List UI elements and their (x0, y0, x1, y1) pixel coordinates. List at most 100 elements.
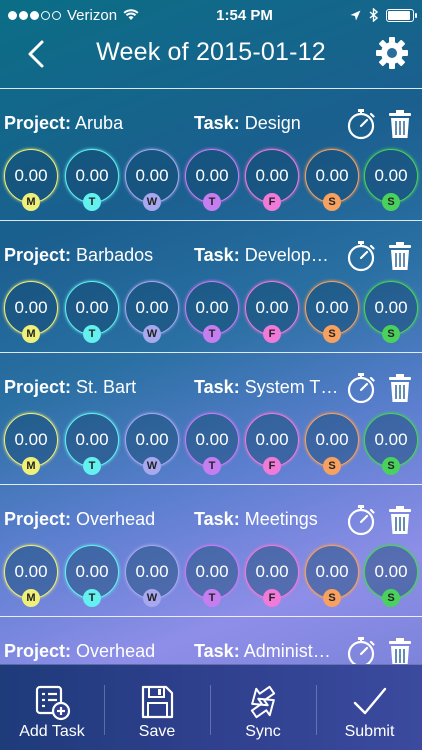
task-row-header: Project: Overhead Task: Administ… (0, 637, 422, 664)
day-hours-entry[interactable]: 0.00 F (245, 281, 299, 347)
project-field[interactable]: Project: Overhead (4, 641, 155, 662)
weekday-badge: M (22, 325, 40, 343)
signal-dots (8, 10, 61, 20)
project-name: Barbados (76, 245, 154, 265)
day-hours: 0.00 M 0.00 T 0.00 W 0.00 T 0.00 F 0.00 S 0.00 S (0, 149, 422, 215)
delete-button[interactable] (388, 241, 412, 271)
submit-label: Submit (344, 723, 395, 740)
project-field[interactable]: Project: Barbados (4, 245, 153, 266)
day-hours-entry[interactable]: 0.00 T (65, 413, 119, 479)
weekday-badge: M (22, 457, 40, 475)
carrier-name: Verizon (67, 6, 118, 24)
delete-button[interactable] (388, 373, 412, 403)
timer-button[interactable] (345, 371, 377, 405)
task-field[interactable]: Task: Meetings (194, 509, 340, 530)
day-hours-entry[interactable]: 0.00 S (364, 545, 418, 611)
task-list[interactable]: Project: Aruba Task: Design 0.00 M 0.00 T 0.00… (0, 88, 422, 664)
day-hours-entry[interactable]: 0.00 M (4, 281, 58, 347)
weekday-badge: W (143, 457, 161, 475)
weekday-badge: W (143, 325, 161, 343)
weekday-badge: S (382, 589, 400, 607)
project-field[interactable]: Project: Overhead (4, 509, 155, 530)
day-hours-entry[interactable]: 0.00 T (185, 149, 239, 215)
weekday-badge: T (203, 325, 221, 343)
timer-button[interactable] (345, 635, 377, 664)
delete-button[interactable] (388, 637, 412, 664)
nav-bar: Week of 2015-01-12 (0, 30, 422, 78)
day-hours-entry[interactable]: 0.00 M (4, 149, 58, 215)
task-field[interactable]: Task: Develop… (194, 245, 340, 266)
day-hours-entry[interactable]: 0.00 W (125, 149, 179, 215)
stopwatch-icon (347, 505, 375, 536)
add-task-button[interactable]: Add Task (0, 665, 104, 750)
project-caption: Project: (4, 641, 72, 661)
day-hours-entry[interactable]: 0.00 S (305, 281, 359, 347)
task-row-header: Project: Barbados Task: Develop… (0, 241, 422, 272)
settings-button[interactable] (374, 35, 410, 71)
task-name: Design (244, 113, 301, 133)
day-hours-entry[interactable]: 0.00 T (65, 545, 119, 611)
sync-button[interactable]: Sync (211, 665, 315, 750)
bottom-toolbar: Add Task Save Sync Submit (0, 664, 422, 750)
sync-arrows-icon (250, 685, 276, 719)
status-left: Verizon (8, 7, 139, 24)
stopwatch-icon (347, 109, 375, 140)
task-caption: Task: (194, 245, 240, 265)
day-hours-entry[interactable]: 0.00 W (125, 281, 179, 347)
task-field[interactable]: Task: Administ… (194, 641, 340, 662)
trash-icon (389, 506, 411, 534)
day-hours-entry[interactable]: 0.00 S (364, 281, 418, 347)
weekday-badge: S (382, 193, 400, 211)
timer-button[interactable] (345, 239, 377, 273)
project-field[interactable]: Project: Aruba (4, 113, 123, 134)
save-label: Save (138, 723, 176, 740)
day-hours-entry[interactable]: 0.00 F (245, 149, 299, 215)
task-name: Develop… (244, 245, 329, 265)
delete-button[interactable] (388, 505, 412, 535)
day-hours-entry[interactable]: 0.00 F (245, 545, 299, 611)
save-button[interactable]: Save (105, 665, 209, 750)
wifi-icon (123, 9, 139, 20)
stopwatch-icon (347, 241, 375, 272)
timer-button[interactable] (345, 503, 377, 537)
day-hours-entry[interactable]: 0.00 S (305, 545, 359, 611)
weekday-badge: T (203, 589, 221, 607)
task-row: Project: Overhead Task: Administ… (0, 616, 422, 664)
weekday-badge: T (203, 457, 221, 475)
day-hours-entry[interactable]: 0.00 S (305, 149, 359, 215)
day-hours-entry[interactable]: 0.00 T (65, 149, 119, 215)
day-hours-entry[interactable]: 0.00 T (185, 281, 239, 347)
day-hours-entry[interactable]: 0.00 W (125, 545, 179, 611)
task-row: Project: Aruba Task: Design 0.00 M 0.00 T 0.00… (0, 88, 422, 218)
day-hours-entry[interactable]: 0.00 T (65, 281, 119, 347)
submit-button[interactable]: Submit (317, 665, 422, 750)
weekday-badge: W (143, 589, 161, 607)
task-name: Administ… (243, 641, 331, 661)
location-arrow-icon (350, 10, 361, 20)
day-hours-entry[interactable]: 0.00 S (364, 413, 418, 479)
task-row-header: Project: Aruba Task: Design (0, 109, 422, 140)
signal-dot (52, 10, 61, 20)
status-bar: Verizon 1:54 PM (0, 0, 422, 30)
add-task-label: Add Task (19, 723, 85, 740)
status-right (350, 8, 417, 22)
delete-button[interactable] (388, 109, 412, 139)
task-row: Project: Overhead Task: Meetings 0.00 M 0.00… (0, 484, 422, 614)
day-hours-entry[interactable]: 0.00 T (185, 413, 239, 479)
day-hours-entry[interactable]: 0.00 M (4, 413, 58, 479)
day-hours-entry[interactable]: 0.00 M (4, 545, 58, 611)
day-hours-entry[interactable]: 0.00 S (364, 149, 418, 215)
task-field[interactable]: Task: System T… (194, 377, 340, 398)
project-name: Aruba (75, 113, 124, 133)
day-hours-entry[interactable]: 0.00 T (185, 545, 239, 611)
project-field[interactable]: Project: St. Bart (4, 377, 136, 398)
day-hours-entry[interactable]: 0.00 W (125, 413, 179, 479)
day-hours-entry[interactable]: 0.00 F (245, 413, 299, 479)
weekday-badge: S (323, 457, 341, 475)
day-hours-entry[interactable]: 0.00 S (305, 413, 359, 479)
day-hours: 0.00 M 0.00 T 0.00 W 0.00 T 0.00 F 0.00 S 0.00 S (0, 413, 422, 479)
timer-button[interactable] (345, 107, 377, 141)
task-field[interactable]: Task: Design (194, 113, 340, 134)
weekday-badge: F (263, 457, 281, 475)
weekday-badge: T (83, 457, 101, 475)
